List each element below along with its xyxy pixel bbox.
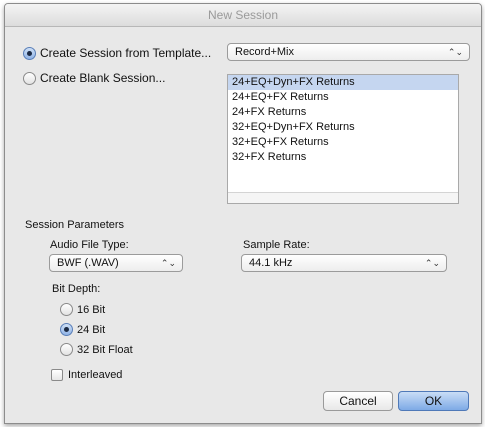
bit-24-option[interactable]: 24 Bit [60, 323, 105, 336]
cancel-button[interactable]: Cancel [323, 391, 393, 411]
from-template-label: Create Session from Template... [40, 46, 212, 60]
blank-session-option[interactable]: Create Blank Session... [23, 71, 165, 85]
popup-arrows-icon: ⌃⌄ [447, 47, 463, 57]
blank-session-label: Create Blank Session... [40, 71, 166, 85]
interleaved-checkbox[interactable] [51, 369, 63, 381]
bit-depth-label: Bit Depth: [52, 283, 101, 295]
bit-32-option[interactable]: 32 Bit Float [60, 343, 133, 356]
template-list-item[interactable]: 32+EQ+FX Returns [228, 135, 458, 150]
window-title: New Session [5, 4, 481, 27]
audio-file-type-value: BWF (.WAV) [57, 257, 119, 269]
template-category-select[interactable]: Record+Mix ⌃⌄ [227, 43, 470, 61]
bit-16-option[interactable]: 16 Bit [60, 303, 105, 316]
template-list-item[interactable]: 24+FX Returns [228, 105, 458, 120]
template-list-item[interactable]: 24+EQ+Dyn+FX Returns [228, 75, 458, 90]
popup-arrows-icon: ⌃⌄ [424, 258, 440, 268]
from-template-radio[interactable] [23, 46, 36, 60]
sample-rate-value: 44.1 kHz [249, 257, 293, 269]
template-category-value: Record+Mix [235, 46, 294, 58]
ok-button[interactable]: OK [398, 391, 469, 411]
session-parameters-heading: Session Parameters [25, 219, 125, 231]
interleaved-option[interactable]: Interleaved [51, 369, 122, 381]
bit-32-radio[interactable] [60, 343, 73, 356]
bit-32-label: 32 Bit Float [77, 343, 133, 356]
audio-file-type-label: Audio File Type: [50, 239, 129, 251]
from-template-option[interactable]: Create Session from Template... [23, 46, 211, 60]
template-list-item[interactable]: 32+FX Returns [228, 150, 458, 165]
template-list-item[interactable]: 24+EQ+FX Returns [228, 90, 458, 105]
interleaved-label: Interleaved [68, 369, 123, 381]
popup-arrows-icon: ⌃⌄ [160, 258, 176, 268]
bit-24-radio[interactable] [60, 323, 73, 336]
bit-24-label: 24 Bit [77, 323, 106, 336]
audio-file-type-select[interactable]: BWF (.WAV) ⌃⌄ [49, 254, 183, 272]
list-horizontal-scrollbar[interactable] [228, 192, 458, 203]
new-session-dialog: New Session Create Session from Template… [4, 3, 482, 424]
sample-rate-select[interactable]: 44.1 kHz ⌃⌄ [241, 254, 447, 272]
bit-16-radio[interactable] [60, 303, 73, 316]
sample-rate-label: Sample Rate: [243, 239, 310, 251]
bit-16-label: 16 Bit [77, 303, 106, 316]
blank-session-radio[interactable] [23, 71, 36, 85]
template-list-item[interactable]: 32+EQ+Dyn+FX Returns [228, 120, 458, 135]
template-list[interactable]: 24+EQ+Dyn+FX Returns 24+EQ+FX Returns 24… [227, 74, 459, 204]
